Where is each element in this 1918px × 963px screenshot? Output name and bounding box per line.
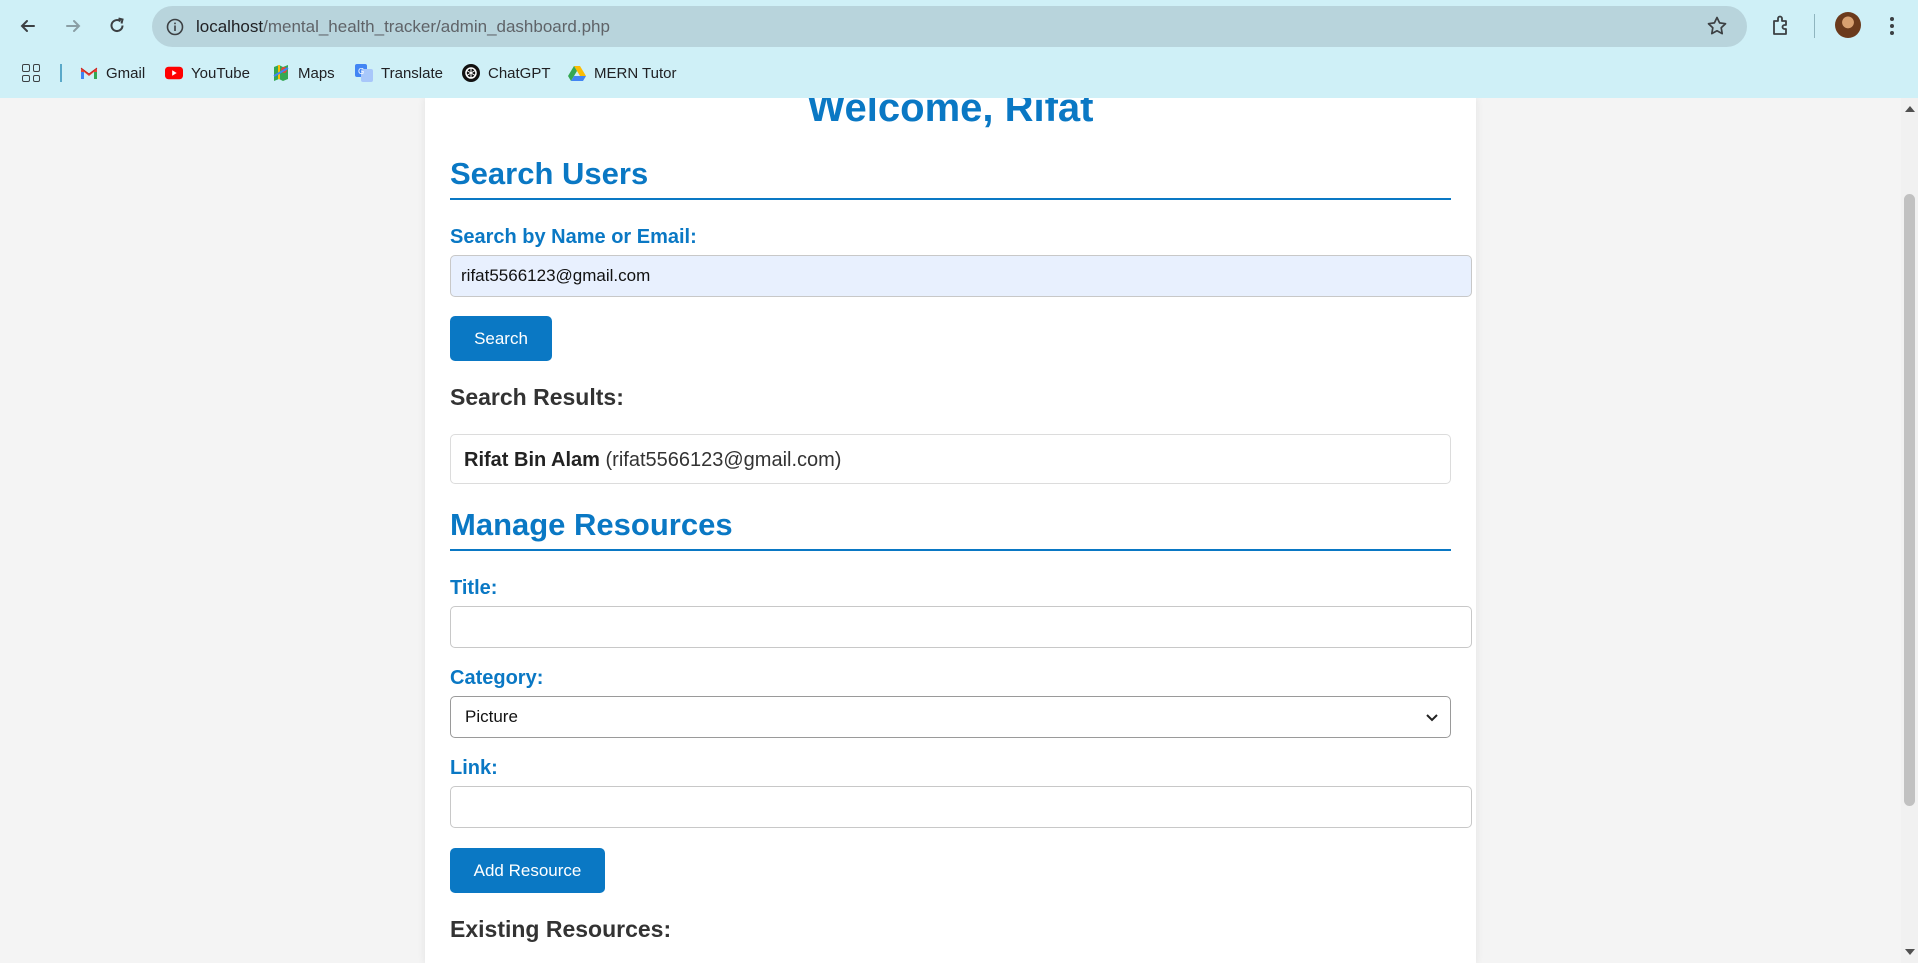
welcome-heading: Welcome, Rifat: [807, 98, 1094, 130]
profile-avatar[interactable]: [1835, 12, 1861, 38]
category-label: Category:: [450, 667, 544, 689]
search-button[interactable]: Search: [450, 316, 552, 361]
search-results-heading: Search Results:: [450, 384, 624, 410]
reload-icon: [110, 17, 124, 33]
search-label: Search by Name or Email:: [450, 226, 697, 248]
link-input[interactable]: [450, 786, 1472, 828]
browser-toolbar: localhost/mental_health_tracker/admin_da…: [0, 0, 1918, 98]
page-scrollbar[interactable]: [1901, 98, 1918, 963]
add-resource-button[interactable]: Add Resource: [450, 848, 605, 893]
title-label: Title:: [450, 577, 498, 599]
bookmark-label: YouTube: [191, 64, 250, 82]
extensions-icon[interactable]: [1767, 12, 1795, 40]
search-users-title: Search Users: [450, 156, 1451, 200]
bookmark-maps[interactable]: Maps: [272, 62, 335, 84]
bookmark-star-icon[interactable]: [1705, 14, 1729, 38]
scrollbar-thumb[interactable]: [1904, 194, 1915, 806]
bookmark-label: ChatGPT: [488, 64, 551, 82]
manage-resources-title: Manage Resources: [450, 507, 1451, 551]
url-path: /mental_health_tracker/admin_dashboard.p…: [263, 17, 610, 36]
category-select[interactable]: Picture: [450, 696, 1451, 738]
search-input[interactable]: rifat5566123@gmail.com: [450, 255, 1472, 297]
url-text: localhost/mental_health_tracker/admin_da…: [196, 17, 610, 37]
scroll-down-icon[interactable]: [1905, 949, 1915, 955]
menu-kebab-icon[interactable]: [1880, 12, 1904, 40]
gmail-icon: [80, 64, 98, 82]
bookmark-label: Maps: [298, 64, 335, 82]
bookmarks-divider: [60, 64, 62, 82]
bookmark-translate[interactable]: G Translate: [355, 62, 443, 84]
bookmark-label: MERN Tutor: [594, 64, 677, 82]
forward-button[interactable]: [57, 10, 89, 42]
toolbar-divider: [1814, 14, 1815, 38]
search-result-item: Rifat Bin Alam (rifat5566123@gmail.com): [450, 434, 1451, 484]
category-selected-value: Picture: [465, 707, 518, 726]
dashboard-card: Welcome, Rifat Search Users Search by Na…: [425, 98, 1476, 963]
site-info-icon[interactable]: [162, 14, 187, 39]
url-host: localhost: [196, 17, 264, 36]
chevron-down-icon: [1426, 714, 1438, 722]
drive-icon: [568, 64, 586, 82]
youtube-icon: [165, 64, 183, 82]
back-button[interactable]: [12, 10, 44, 42]
bookmark-label: Translate: [381, 64, 443, 82]
maps-icon: [272, 64, 290, 82]
bookmark-youtube[interactable]: YouTube: [165, 62, 250, 84]
address-bar[interactable]: localhost/mental_health_tracker/admin_da…: [152, 6, 1747, 47]
title-input[interactable]: [450, 606, 1472, 648]
translate-icon: G: [355, 64, 373, 82]
apps-grid-icon[interactable]: [22, 64, 40, 82]
bookmark-mern-tutor[interactable]: MERN Tutor: [568, 62, 677, 84]
bookmark-label: Gmail: [106, 64, 146, 82]
existing-resources-heading: Existing Resources:: [450, 916, 672, 942]
scroll-up-icon[interactable]: [1905, 106, 1915, 112]
page-viewport: Welcome, Rifat Search Users Search by Na…: [0, 98, 1918, 963]
arrow-left-icon: [20, 20, 35, 32]
bookmark-gmail[interactable]: Gmail: [80, 62, 145, 84]
bookmark-chatgpt[interactable]: ChatGPT: [462, 62, 551, 84]
bookmarks-bar: Gmail YouTube Maps G Translate ChatGPT M…: [0, 56, 1918, 88]
link-label: Link:: [450, 757, 498, 779]
chatgpt-icon: [462, 64, 480, 82]
result-email: (rifat5566123@gmail.com): [605, 449, 842, 471]
arrow-right-icon: [66, 20, 81, 32]
result-name: Rifat Bin Alam: [464, 449, 600, 471]
reload-button[interactable]: [101, 10, 133, 42]
svg-text:G: G: [358, 67, 364, 76]
